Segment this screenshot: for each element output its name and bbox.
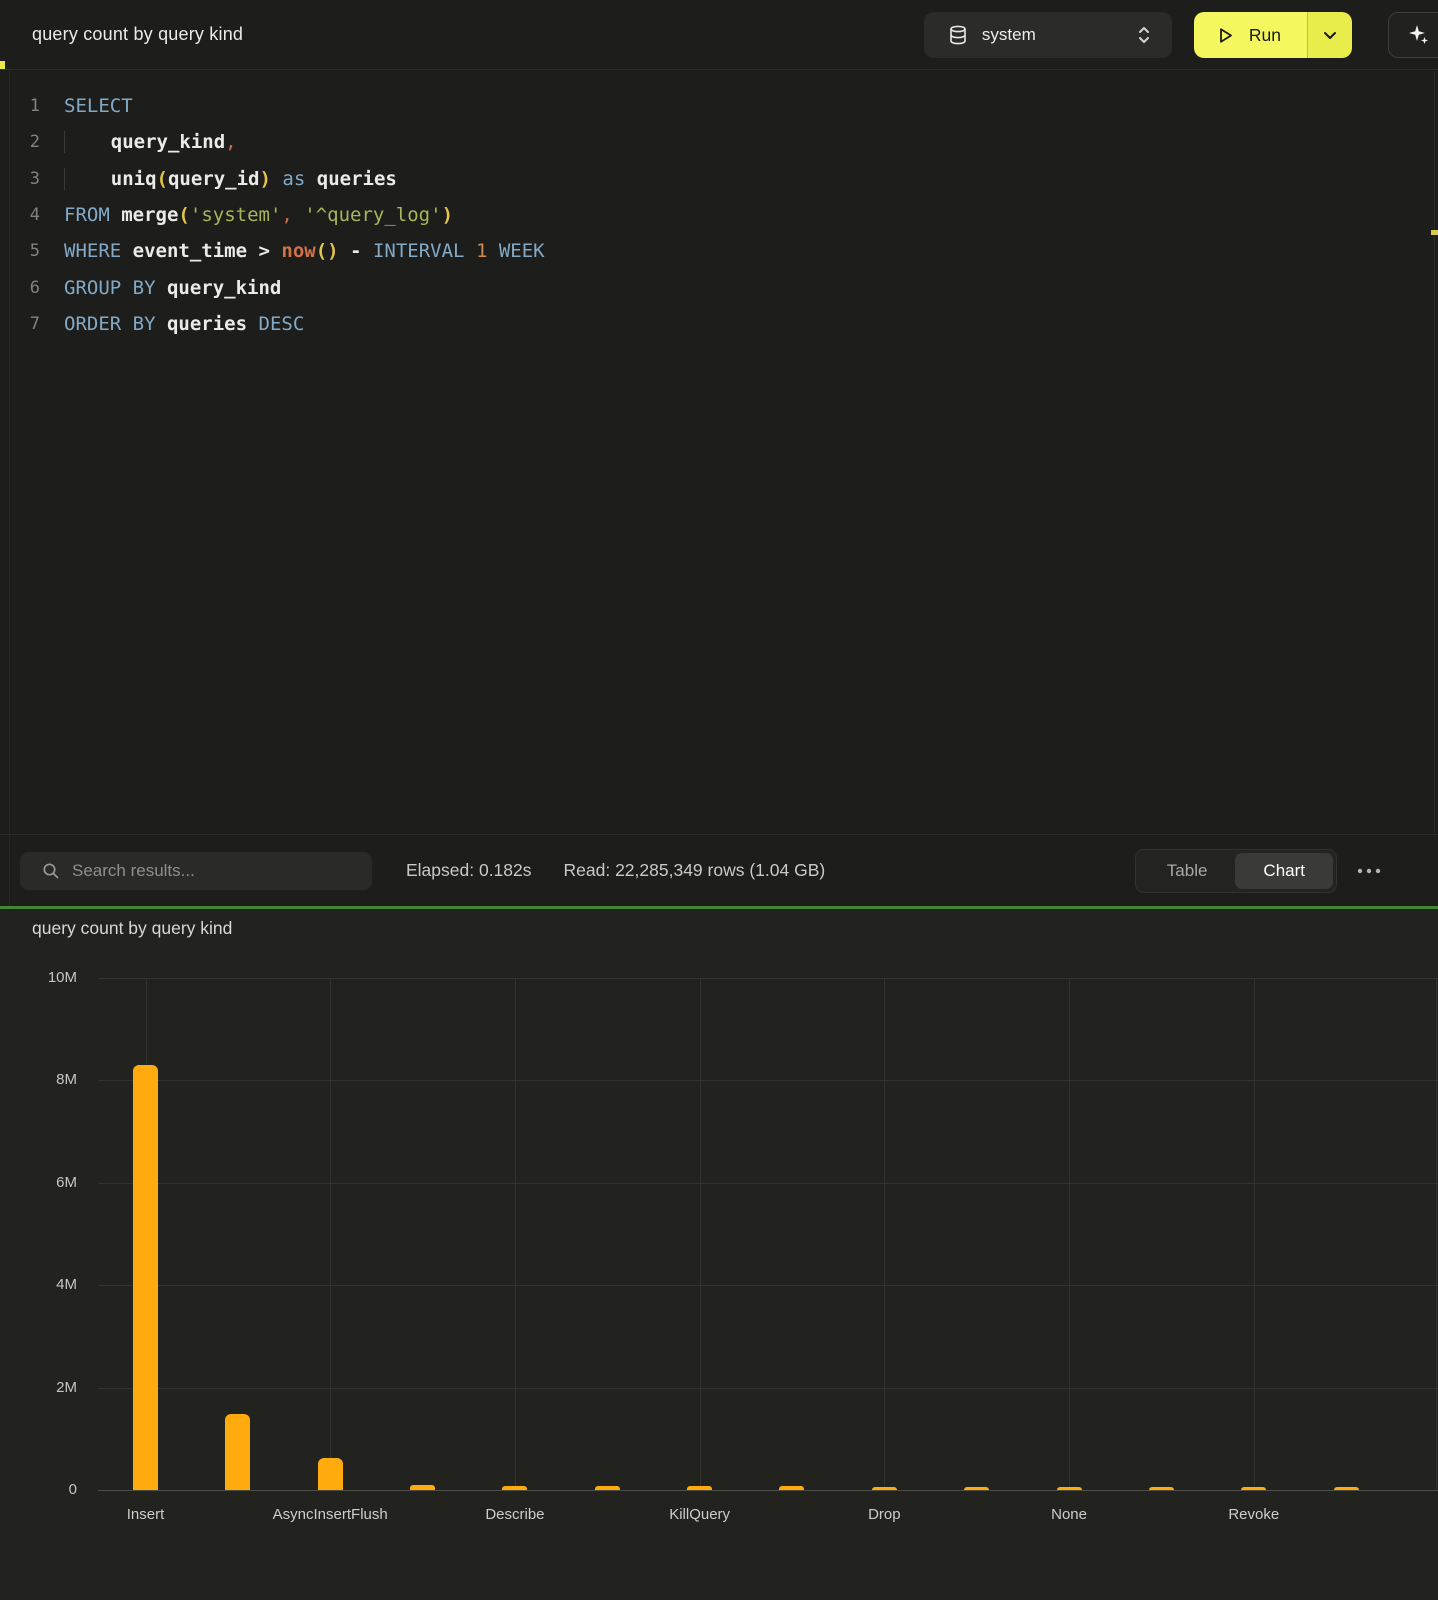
chart-panel: query count by query kind 10M8M6M4M2M0In… [0,909,1438,1600]
y-axis-label: 10M [0,969,77,986]
elapsed-stat: Elapsed: 0.182s [406,860,532,881]
sparkles-icon [1405,22,1431,48]
view-toggle: Table Chart [1135,849,1337,893]
editor-overview-ruler [1434,71,1435,834]
assistant-button[interactable] [1388,12,1438,58]
run-options-button[interactable] [1307,12,1352,58]
database-selector[interactable]: system [924,12,1172,58]
gridline-vertical [700,978,701,1490]
code-text: ORDER BY queries DESC [64,313,304,335]
query-title: query count by query kind [32,24,243,45]
gridline-horizontal [98,1080,1438,1081]
x-axis-label: Insert [61,1506,231,1523]
chart-bar[interactable] [133,1065,158,1490]
chart-bar[interactable] [502,1486,527,1490]
x-axis-label: KillQuery [615,1506,785,1523]
line-number: 4 [0,205,40,225]
run-button[interactable]: Run [1194,12,1307,58]
chart-bar[interactable] [318,1458,343,1490]
gridline-vertical [1254,978,1255,1490]
y-axis-label: 2M [0,1379,77,1396]
search-icon [42,862,60,880]
chart-bar[interactable] [1241,1487,1266,1490]
x-axis-label: Revoke [1169,1506,1339,1523]
x-axis-label: AsyncInsertFlush [245,1506,415,1523]
x-axis-label: None [984,1506,1154,1523]
chart-bar[interactable] [410,1485,435,1490]
tab-table[interactable]: Table [1139,853,1236,889]
y-axis-label: 6M [0,1174,77,1191]
run-label: Run [1249,25,1281,46]
bar-chart: 10M 8M 6M 4M 2M 0 Insert AsyncInsertFlush Descri… [0,909,1438,1600]
code-line[interactable]: 4 FROM merge('system', '^query_log') [0,197,1438,233]
gridline-horizontal [98,978,1438,979]
chart-bar[interactable] [687,1486,712,1490]
chart-bar[interactable] [1334,1487,1359,1490]
gridline-horizontal [98,1183,1438,1184]
code-line[interactable]: 2 query_kind, [0,124,1438,160]
code-text: uniq(query_id) as queries [64,168,397,190]
y-axis-label: 0 [0,1481,77,1498]
code-line[interactable]: 3 uniq(query_id) as queries [0,161,1438,197]
gridline-horizontal [98,1388,1438,1389]
code-text: SELECT [64,95,133,117]
database-icon [948,25,968,45]
line-number: 6 [0,278,40,298]
results-toolbar: Elapsed: 0.182s Read: 22,285,349 rows (1… [0,834,1438,906]
code-line[interactable]: 6 GROUP BY query_kind [0,269,1438,305]
gridline-vertical [1436,978,1437,1490]
ellipsis-icon [1357,868,1381,874]
line-number: 5 [0,241,40,261]
chart-bar[interactable] [964,1487,989,1490]
editor-marker-right [1431,230,1438,235]
search-box[interactable] [20,852,372,890]
x-axis-label: Drop [799,1506,969,1523]
line-number: 2 [0,132,40,152]
top-bar: query count by query kind system Run [0,0,1438,70]
code-text: GROUP BY query_kind [64,277,281,299]
chevron-down-icon [1323,31,1337,40]
chart-bar[interactable] [779,1486,804,1490]
line-number: 7 [0,314,40,334]
code-line[interactable]: 5 WHERE event_time > now() - INTERVAL 1 W… [0,233,1438,269]
topbar-controls: system Run [924,0,1438,70]
chart-bar[interactable] [1149,1487,1174,1490]
chart-bar[interactable] [872,1487,897,1490]
tab-chart[interactable]: Chart [1235,853,1333,889]
database-name: system [982,25,1136,45]
gridline-vertical [884,978,885,1490]
y-axis-label: 8M [0,1071,77,1088]
chart-bar[interactable] [595,1486,620,1490]
chart-bar[interactable] [225,1414,250,1490]
read-stat: Read: 22,285,349 rows (1.04 GB) [564,860,826,881]
chevron-up-down-icon [1136,25,1152,45]
y-axis-label: 4M [0,1276,77,1293]
code-text: FROM merge('system', '^query_log') [64,204,453,226]
line-number: 3 [0,169,40,189]
gridline-vertical [1069,978,1070,1490]
chart-bar[interactable] [1057,1487,1082,1490]
run-split-button: Run [1194,12,1352,58]
editor-marker-left [0,61,5,69]
x-axis-label: Describe [430,1506,600,1523]
line-number: 1 [0,96,40,116]
x-axis-line [98,1490,1438,1491]
code-line[interactable]: 7 ORDER BY queries DESC [0,306,1438,342]
code-text: WHERE event_time > now() - INTERVAL 1 WE… [64,240,545,262]
gridline-vertical [330,978,331,1490]
gridline-horizontal [98,1285,1438,1286]
more-options-button[interactable] [1352,859,1386,883]
gridline-vertical [515,978,516,1490]
play-icon [1216,26,1235,45]
code-line[interactable]: 1 SELECT [0,88,1438,124]
search-results-input[interactable] [72,861,360,881]
sql-editor[interactable]: 1SELECT2 query_kind,3 uniq(query_id) as … [0,71,1438,834]
code-text: query_kind, [64,131,237,153]
